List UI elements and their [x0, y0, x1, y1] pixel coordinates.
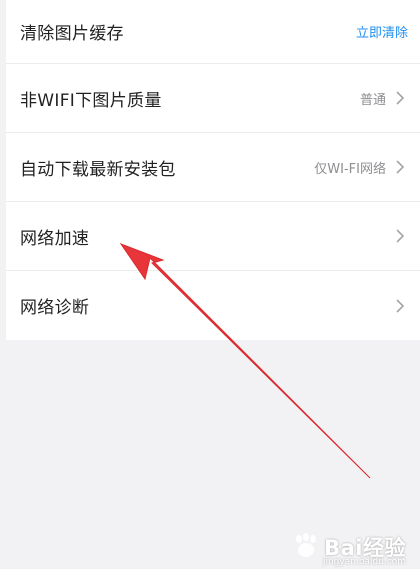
network-acceleration-row[interactable]: 网络加速: [6, 202, 420, 271]
auto-download-label: 自动下载最新安装包: [20, 159, 176, 180]
paw-icon: [296, 533, 317, 557]
watermark-brand: Bai经验: [324, 536, 406, 560]
image-quality-label: 非WIFI下图片质量: [20, 90, 162, 111]
baidu-jingyan-watermark: Bai经验 jingyan.baidu.com: [292, 533, 406, 567]
chevron-right-icon: [392, 228, 408, 244]
network-diagnosis-label: 网络诊断: [20, 298, 90, 318]
network-diagnosis-row[interactable]: 网络诊断: [6, 271, 420, 340]
chevron-right-icon: [392, 298, 408, 314]
auto-download-row[interactable]: 自动下载最新安装包 仅WI-FI网络: [6, 133, 420, 202]
image-quality-value: 普通: [359, 92, 386, 108]
clear-now-button[interactable]: 立即清除: [356, 22, 408, 41]
clear-image-cache-label: 清除图片缓存: [20, 24, 124, 44]
chevron-right-icon: [392, 90, 408, 106]
clear-image-cache-row[interactable]: 清除图片缓存 立即清除: [6, 0, 420, 64]
auto-download-value: 仅WI-FI网络: [314, 161, 386, 177]
watermark-url: jingyan.baidu.com: [322, 557, 406, 567]
image-quality-row[interactable]: 非WIFI下图片质量 普通: [6, 64, 420, 133]
chevron-right-icon: [392, 159, 408, 175]
network-acceleration-label: 网络加速: [20, 228, 90, 249]
settings-list: 清除图片缓存 立即清除 非WIFI下图片质量 普通 自动下载最新安装包 仅WI-…: [6, 0, 420, 340]
